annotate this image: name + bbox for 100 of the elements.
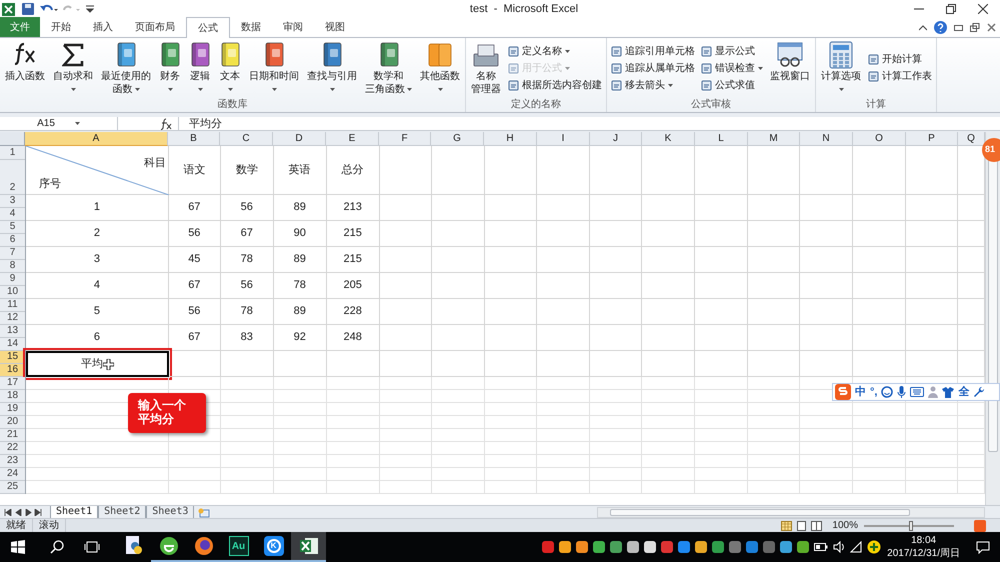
ribbon-button[interactable]: 计算选项: [818, 40, 864, 95]
table-cell-text: 67: [188, 200, 200, 216]
column-header[interactable]: F: [379, 132, 431, 146]
taskbar-app[interactable]: Au: [221, 532, 256, 562]
table-cell-text: 78: [294, 278, 306, 294]
column-header[interactable]: I: [537, 132, 590, 146]
row-header[interactable]: 4: [0, 208, 25, 221]
ribbon-command[interactable]: 开始计算: [868, 52, 932, 67]
ribbon-button[interactable]: 其他函数: [417, 40, 463, 95]
ribbon-button[interactable]: 名称 管理器: [468, 40, 504, 96]
ribbon-button[interactable]: 财务: [156, 40, 184, 95]
row-header[interactable]: 22: [0, 442, 25, 455]
row-header[interactable]: 24: [0, 468, 25, 481]
row-header[interactable]: 13: [0, 325, 25, 338]
ribbon-button[interactable]: 数学和 三角函数: [362, 40, 415, 96]
ribbon-command[interactable]: 显示公式: [701, 44, 763, 58]
ribbon-command[interactable]: 公式求值: [701, 78, 763, 92]
ribbon-button[interactable]: 日期和时间: [246, 40, 302, 95]
row-header[interactable]: 17: [0, 377, 25, 390]
column-header[interactable]: L: [695, 132, 748, 146]
row-header[interactable]: 10: [0, 286, 25, 299]
row-header[interactable]: 7: [0, 247, 25, 260]
column-header[interactable]: B: [168, 132, 220, 146]
ribbon-tab[interactable]: 数据: [230, 17, 272, 37]
input-mode[interactable]: 中: [855, 384, 866, 400]
column-header[interactable]: P: [906, 132, 958, 146]
row-header[interactable]: 8: [0, 260, 25, 273]
ribbon-command[interactable]: 根据所选内容创建: [508, 78, 602, 92]
row-header[interactable]: 14: [0, 338, 25, 351]
k-app-icon: K: [264, 536, 284, 556]
column-header[interactable]: M: [748, 132, 800, 146]
row-header[interactable]: 9: [0, 273, 25, 286]
column-header[interactable]: A: [25, 132, 168, 146]
table-cell-text: 89: [294, 252, 306, 268]
column-header[interactable]: H: [484, 132, 537, 146]
column-header[interactable]: C: [220, 132, 273, 146]
table-cell-text: 67: [240, 226, 253, 242]
width-mode[interactable]: 全: [958, 384, 970, 400]
ribbon-tab[interactable]: 插入: [82, 17, 124, 37]
column-header[interactable]: D: [273, 132, 326, 146]
column-header[interactable]: O: [853, 132, 906, 146]
ribbon-button[interactable]: 监视窗口: [767, 40, 813, 83]
column-header[interactable]: K: [642, 132, 695, 146]
row-header[interactable]: 6: [0, 234, 25, 247]
column-header[interactable]: N: [800, 132, 853, 146]
row-title: 序号: [39, 176, 61, 192]
table-cell-text: 89: [294, 200, 306, 216]
ribbon-command[interactable]: 追踪从属单元格: [611, 60, 695, 76]
ribbon-button[interactable]: 文本: [216, 40, 244, 95]
row-header[interactable]: 18: [0, 390, 25, 403]
row-header[interactable]: 2: [0, 160, 25, 195]
column-header[interactable]: Q: [958, 132, 985, 146]
ribbon-command[interactable]: 计算工作表: [868, 69, 932, 84]
ribbon-tab[interactable]: 视图: [314, 17, 356, 37]
column-header[interactable]: J: [590, 132, 642, 146]
input-method-menu[interactable]: 中 °, 全: [832, 383, 1000, 401]
row-header[interactable]: 11: [0, 299, 25, 312]
audition-icon: Au: [228, 536, 248, 556]
ribbon-command[interactable]: 定义名称: [508, 44, 602, 58]
ribbon-button[interactable]: 插入函数: [2, 40, 48, 83]
active-cell[interactable]: 平均: [26, 351, 169, 377]
row-header[interactable]: 16: [0, 364, 25, 377]
row-header[interactable]: 19: [0, 403, 25, 416]
window-title: test - Microsoft Excel: [468, 2, 580, 17]
table-cell-text: 数学: [236, 162, 258, 178]
sheet-tab[interactable]: Sheet2: [98, 506, 146, 518]
row-header[interactable]: 25: [0, 481, 25, 494]
zoom-percent[interactable]: 100%: [832, 518, 858, 533]
ribbon-command[interactable]: 错误检查: [701, 60, 763, 76]
ribbon-button[interactable]: 自动求和: [50, 40, 96, 95]
ribbon-button[interactable]: 逻辑: [186, 40, 214, 95]
row-header[interactable]: 20: [0, 416, 25, 429]
ribbon-command[interactable]: 移去箭头: [611, 78, 695, 92]
column-header[interactable]: G: [431, 132, 484, 146]
ribbon-tab[interactable]: 开始: [40, 17, 82, 37]
sheet-tab[interactable]: Sheet1: [50, 506, 98, 518]
row-header[interactable]: 1: [0, 146, 25, 160]
row-header[interactable]: 12: [0, 312, 25, 325]
ribbon-tab[interactable]: 页面布局: [124, 17, 186, 37]
ribbon-tab[interactable]: 审阅: [272, 17, 314, 37]
table-cell-text: 语文: [183, 162, 206, 178]
clock-date[interactable]: 2017/12/31/周日: [887, 547, 960, 560]
table-cell-text: 215: [343, 226, 362, 242]
row-header[interactable]: 5: [0, 221, 25, 234]
row-header[interactable]: 23: [0, 455, 25, 468]
callout-text: 输入一个平均分: [138, 398, 187, 426]
row-header[interactable]: 3: [0, 195, 25, 208]
table-cell-text: 83: [240, 330, 253, 346]
row-header[interactable]: 15: [0, 351, 25, 364]
clock-time[interactable]: 18:04: [911, 534, 936, 547]
sheet-tab[interactable]: Sheet3: [146, 506, 194, 518]
ribbon-tab[interactable]: 公式: [186, 17, 230, 38]
column-header[interactable]: E: [326, 132, 379, 146]
ribbon-button[interactable]: 最近使用的 函数: [98, 40, 154, 96]
row-header[interactable]: 21: [0, 429, 25, 442]
ribbon-button[interactable]: 查找与引用: [304, 40, 360, 95]
punctuation-mode[interactable]: °,: [870, 384, 878, 400]
file-tab[interactable]: 文件: [0, 17, 40, 37]
group-label: 函数库: [216, 98, 248, 112]
ribbon-command[interactable]: 追踪引用单元格: [611, 44, 695, 58]
